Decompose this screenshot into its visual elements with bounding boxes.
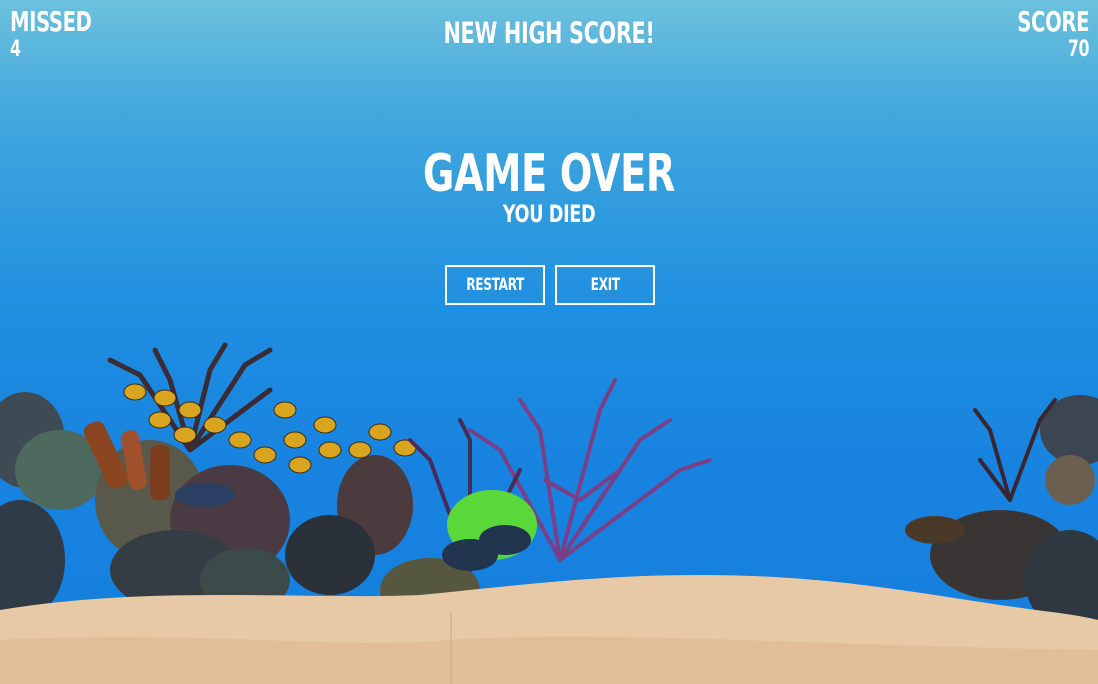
restart-label: RESTART <box>466 275 524 295</box>
exit-label: EXIT <box>590 275 620 295</box>
missed-counter: MISSED 4 <box>10 6 115 62</box>
reef-background <box>0 342 1098 684</box>
game-over-title: GAME OVER <box>422 144 676 204</box>
missed-value: 4 <box>10 37 21 62</box>
right-reef <box>905 395 1098 630</box>
restart-button[interactable]: RESTART <box>445 265 545 305</box>
exit-button[interactable]: EXIT <box>555 265 655 305</box>
high-score-banner: NEW HIGH SCORE! <box>443 16 655 50</box>
score-value: 70 <box>1067 37 1090 62</box>
score-counter: SCORE 70 <box>997 6 1089 62</box>
left-rock-cluster <box>0 392 480 622</box>
game-over-subtitle: YOU DIED <box>502 200 596 228</box>
game-scene: MISSED 4 NEW HIGH SCORE! SCORE 70 GAME O… <box>0 0 1098 684</box>
missed-label: MISSED <box>10 5 92 38</box>
score-label: SCORE <box>1017 5 1089 38</box>
